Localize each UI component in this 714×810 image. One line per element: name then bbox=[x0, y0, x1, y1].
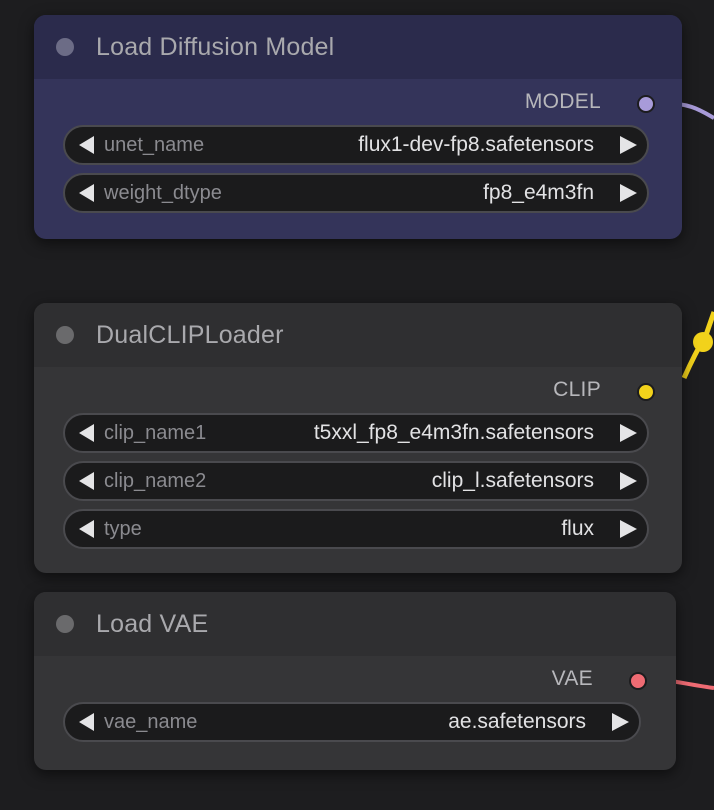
node-title: Load Diffusion Model bbox=[96, 32, 335, 61]
collapse-dot-icon[interactable] bbox=[56, 326, 74, 344]
node-title-bar[interactable]: Load Diffusion Model bbox=[34, 15, 682, 79]
output-label: CLIP bbox=[553, 378, 601, 401]
widget-label: vae_name bbox=[104, 710, 198, 733]
combo-widget-type[interactable]: type flux bbox=[63, 509, 649, 549]
output-label: MODEL bbox=[524, 90, 601, 113]
arrow-right-icon[interactable] bbox=[612, 713, 629, 731]
clip-link[interactable] bbox=[681, 311, 714, 380]
output-slot-model: MODEL bbox=[63, 79, 655, 125]
widget-value: ae.safetensors bbox=[448, 710, 586, 733]
collapse-dot-icon[interactable] bbox=[56, 38, 74, 56]
widget-value: clip_l.safetensors bbox=[431, 469, 594, 492]
node-dual-clip-loader[interactable]: DualCLIPLoader CLIP clip_name1 t5xxl_fp8… bbox=[34, 303, 682, 573]
combo-widget-weight-dtype[interactable]: weight_dtype fp8_e4m3fn bbox=[63, 173, 649, 213]
node-load-diffusion-model[interactable]: Load Diffusion Model MODEL unet_name flu… bbox=[34, 15, 682, 239]
combo-widget-clip-name2[interactable]: clip_name2 clip_l.safetensors bbox=[63, 461, 649, 501]
widget-label: clip_name2 bbox=[104, 469, 207, 492]
widget-value: fp8_e4m3fn bbox=[483, 181, 594, 204]
widget-label: type bbox=[104, 517, 142, 540]
output-socket-icon[interactable] bbox=[629, 672, 647, 690]
arrow-left-icon[interactable] bbox=[79, 472, 94, 490]
collapse-dot-icon[interactable] bbox=[56, 615, 74, 633]
output-label: VAE bbox=[551, 667, 593, 690]
arrow-left-icon[interactable] bbox=[79, 424, 94, 442]
arrow-right-icon[interactable] bbox=[620, 520, 637, 538]
arrow-left-icon[interactable] bbox=[79, 713, 94, 731]
output-slot-clip: CLIP bbox=[63, 367, 655, 413]
widget-label: unet_name bbox=[104, 133, 205, 156]
widget-value: flux1-dev-fp8.safetensors bbox=[358, 133, 594, 156]
combo-widget-unet-name[interactable]: unet_name flux1-dev-fp8.safetensors bbox=[63, 125, 649, 165]
combo-widget-vae-name[interactable]: vae_name ae.safetensors bbox=[63, 702, 641, 742]
widget-label: clip_name1 bbox=[104, 421, 207, 444]
node-title: DualCLIPLoader bbox=[96, 320, 284, 349]
arrow-left-icon[interactable] bbox=[79, 184, 94, 202]
arrow-right-icon[interactable] bbox=[620, 424, 637, 442]
node-title: Load VAE bbox=[96, 609, 209, 638]
arrow-right-icon[interactable] bbox=[620, 136, 637, 154]
node-load-vae[interactable]: Load VAE VAE vae_name ae.safetensors bbox=[34, 592, 676, 770]
widget-value: flux bbox=[561, 517, 594, 540]
arrow-right-icon[interactable] bbox=[620, 184, 637, 202]
node-title-bar[interactable]: DualCLIPLoader bbox=[34, 303, 682, 367]
arrow-right-icon[interactable] bbox=[620, 472, 637, 490]
arrow-left-icon[interactable] bbox=[79, 136, 94, 154]
combo-widget-clip-name1[interactable]: clip_name1 t5xxl_fp8_e4m3fn.safetensors bbox=[63, 413, 649, 453]
clip-reroute-dot[interactable] bbox=[693, 332, 713, 352]
widget-label: weight_dtype bbox=[104, 181, 222, 204]
widget-value: t5xxl_fp8_e4m3fn.safetensors bbox=[313, 421, 594, 444]
output-socket-icon[interactable] bbox=[637, 383, 655, 401]
node-graph-canvas[interactable]: Load Diffusion Model MODEL unet_name flu… bbox=[0, 0, 714, 810]
node-title-bar[interactable]: Load VAE bbox=[34, 592, 676, 656]
arrow-left-icon[interactable] bbox=[79, 520, 94, 538]
output-socket-icon[interactable] bbox=[637, 95, 655, 113]
output-slot-vae: VAE bbox=[63, 656, 647, 702]
